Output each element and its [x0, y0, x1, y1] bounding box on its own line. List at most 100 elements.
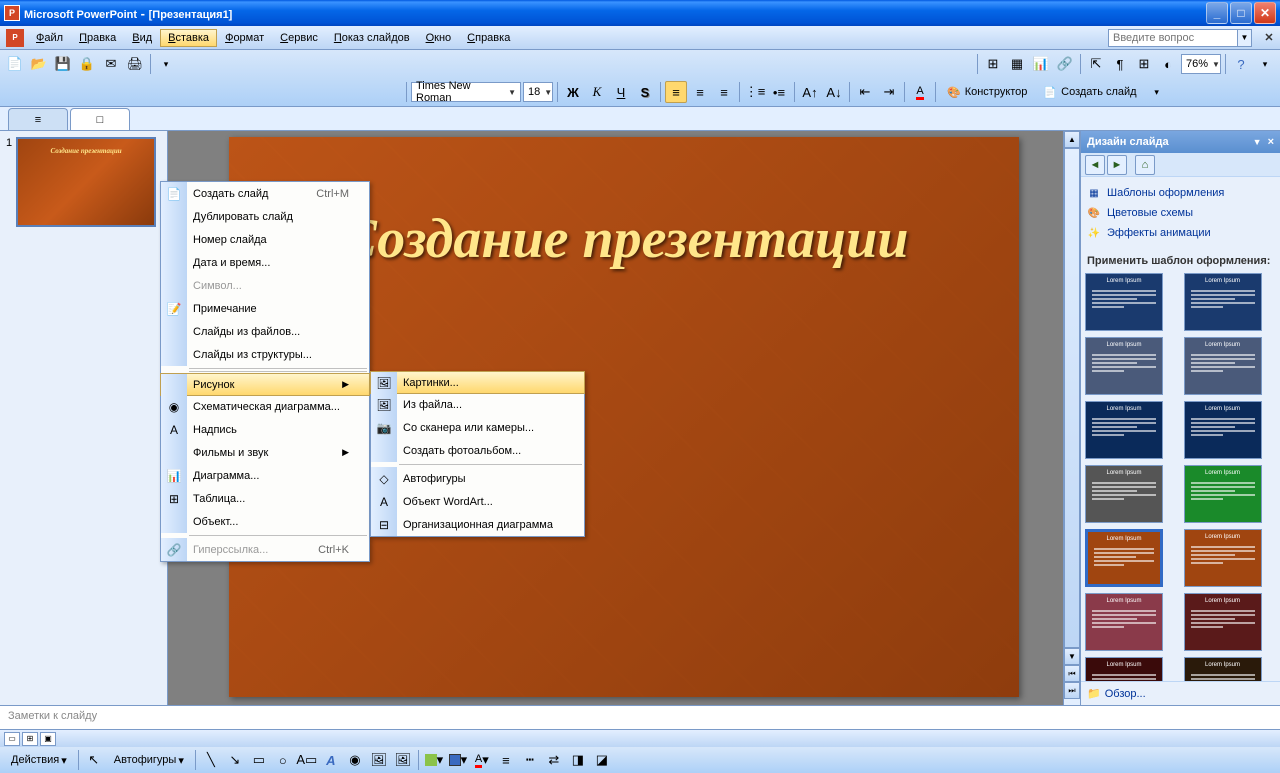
shadow-style-button[interactable]: ◨ — [567, 749, 589, 771]
submenu-item[interactable]: ⊟Организационная диаграмма — [371, 513, 584, 536]
menu-вставка[interactable]: Вставка — [160, 29, 217, 47]
task-pane-menu-icon[interactable]: ▼ — [1253, 137, 1262, 147]
table-icon[interactable]: ⊞ — [982, 53, 1004, 75]
submenu-item[interactable]: ◇Автофигуры — [371, 467, 584, 490]
design-template-thumb[interactable]: Lorem Ipsum — [1085, 273, 1163, 331]
app-menu-icon[interactable]: P — [6, 29, 24, 47]
menu-item[interactable]: ⊞Таблица... — [161, 487, 369, 510]
menu-item[interactable]: Объект... — [161, 510, 369, 533]
toolbar-overflow-icon[interactable]: ▾ — [1254, 53, 1276, 75]
design-template-thumb[interactable]: Lorem Ipsum — [1184, 337, 1262, 395]
color-grayscale-icon[interactable]: ◐ — [1157, 53, 1179, 75]
menu-сервис[interactable]: Сервис — [272, 29, 326, 47]
increase-indent-button[interactable]: ⇥ — [878, 81, 900, 103]
font-color-button[interactable]: A▾ — [471, 749, 493, 771]
chart-icon[interactable]: 📊 — [1030, 53, 1052, 75]
next-slide-button[interactable]: ⏭ — [1064, 682, 1080, 699]
menu-вид[interactable]: Вид — [124, 29, 160, 47]
numbering-button[interactable]: ⋮≡ — [744, 81, 766, 103]
menu-справка[interactable]: Справка — [459, 29, 518, 47]
expand-icon[interactable]: ⇱ — [1085, 53, 1107, 75]
menu-item[interactable]: ◉Схематическая диаграмма... — [161, 395, 369, 418]
underline-button[interactable]: Ч — [610, 81, 632, 103]
wordart-tool[interactable]: A — [320, 749, 342, 771]
notes-area[interactable]: Заметки к слайду — [0, 705, 1280, 729]
font-name-combo[interactable]: Times New Roman▼ — [411, 82, 521, 102]
menu-item[interactable]: Слайды из файлов... — [161, 320, 369, 343]
new-icon[interactable]: 📄 — [4, 53, 26, 75]
font-size-combo[interactable]: 18▼ — [523, 82, 553, 102]
design-template-thumb[interactable]: Lorem Ipsum — [1184, 593, 1262, 651]
maximize-button[interactable]: □ — [1230, 2, 1252, 24]
menu-item[interactable]: 📝Примечание — [161, 297, 369, 320]
normal-view-button[interactable]: ▭ — [4, 732, 20, 746]
submenu-item[interactable]: 🖼Картинки... — [370, 371, 585, 394]
shadow-button[interactable]: S — [634, 81, 656, 103]
increase-font-button[interactable]: A↑ — [799, 81, 821, 103]
actions-menu[interactable]: Действия ▾ — [4, 749, 74, 771]
open-icon[interactable]: 📂 — [28, 53, 50, 75]
bold-button[interactable]: Ж — [562, 81, 584, 103]
menu-item[interactable]: Дата и время... — [161, 251, 369, 274]
minimize-button[interactable]: _ — [1206, 2, 1228, 24]
design-template-thumb[interactable]: Lorem Ipsum — [1085, 593, 1163, 651]
rectangle-tool[interactable]: ▭ — [248, 749, 270, 771]
permission-icon[interactable]: 🔒 — [76, 53, 98, 75]
submenu-item[interactable]: 🖼Из файла... — [371, 393, 584, 416]
browse-link[interactable]: 📁 Обзор... — [1081, 681, 1280, 705]
close-button[interactable]: ✕ — [1254, 2, 1276, 24]
submenu-item[interactable]: 📷Со сканера или камеры... — [371, 416, 584, 439]
menu-item[interactable]: AНадпись — [161, 418, 369, 441]
design-template-thumb[interactable]: Lorem Ipsum — [1184, 465, 1262, 523]
design-template-thumb[interactable]: Lorem Ipsum — [1085, 337, 1163, 395]
nav-forward-button[interactable]: ► — [1107, 155, 1127, 175]
menu-item[interactable]: Фильмы и звук▶ — [161, 441, 369, 464]
submenu-item[interactable]: Создать фотоальбом... — [371, 439, 584, 462]
fill-color-button[interactable]: ▾ — [423, 749, 445, 771]
design-template-thumb[interactable]: Lorem Ipsum — [1085, 401, 1163, 459]
3d-style-button[interactable]: ◪ — [591, 749, 613, 771]
clipart-tool[interactable]: 🖼 — [368, 749, 390, 771]
design-template-thumb[interactable]: Lorem Ipsum — [1184, 657, 1262, 681]
menu-окно[interactable]: Окно — [418, 29, 460, 47]
design-template-thumb[interactable]: Lorem Ipsum — [1184, 401, 1262, 459]
hyperlink-icon[interactable]: 🔗 — [1054, 53, 1076, 75]
menu-item[interactable]: Слайды из структуры... — [161, 343, 369, 366]
picture-tool[interactable]: 🖼 — [392, 749, 414, 771]
submenu-item[interactable]: AОбъект WordArt... — [371, 490, 584, 513]
menu-правка[interactable]: Правка — [71, 29, 124, 47]
align-center-button[interactable]: ≡ — [689, 81, 711, 103]
align-right-button[interactable]: ≡ — [713, 81, 735, 103]
tables-borders-icon[interactable]: ▦ — [1006, 53, 1028, 75]
menu-item[interactable]: 📄Создать слайдCtrl+M — [161, 182, 369, 205]
new-slide-button[interactable]: 📄 Создать слайд — [1036, 81, 1143, 103]
save-icon[interactable]: 💾 — [52, 53, 74, 75]
slides-tab[interactable]: □ — [70, 108, 130, 130]
print-icon[interactable]: 🖨 — [124, 53, 146, 75]
textbox-tool[interactable]: A▭ — [296, 749, 318, 771]
align-left-button[interactable]: ≡ — [665, 81, 687, 103]
menu-item[interactable]: Номер слайда — [161, 228, 369, 251]
bullets-button[interactable]: •≡ — [768, 81, 790, 103]
line-tool[interactable]: ╲ — [200, 749, 222, 771]
menu-показ слайдов[interactable]: Показ слайдов — [326, 29, 418, 47]
task-pane-close-button[interactable]: × — [1268, 136, 1274, 148]
vertical-scrollbar[interactable]: ▲ ▼ ⏮ ⏭ — [1063, 131, 1080, 705]
line-style-button[interactable]: ≡ — [495, 749, 517, 771]
select-objects-button[interactable]: ↖ — [83, 749, 105, 771]
dash-style-button[interactable]: ┅ — [519, 749, 541, 771]
nav-back-button[interactable]: ◄ — [1085, 155, 1105, 175]
help-icon[interactable]: ? — [1230, 53, 1252, 75]
line-color-button[interactable]: ▾ — [447, 749, 469, 771]
templates-link[interactable]: ▦Шаблоны оформления — [1087, 183, 1274, 203]
design-template-thumb[interactable]: Lorem Ipsum — [1085, 465, 1163, 523]
sorter-view-button[interactable]: ⊞ — [22, 732, 38, 746]
toolbar-overflow-icon[interactable]: ▾ — [1146, 81, 1168, 103]
menu-item[interactable]: Рисунок▶ — [160, 373, 370, 396]
font-color-button[interactable]: A — [909, 81, 931, 103]
designer-button[interactable]: 🎨 Конструктор — [940, 81, 1034, 103]
color-schemes-link[interactable]: 🎨Цветовые схемы — [1087, 203, 1274, 223]
show-formatting-icon[interactable]: ¶ — [1109, 53, 1131, 75]
design-template-thumb[interactable]: Lorem Ipsum — [1184, 529, 1262, 587]
decrease-font-button[interactable]: A↓ — [823, 81, 845, 103]
